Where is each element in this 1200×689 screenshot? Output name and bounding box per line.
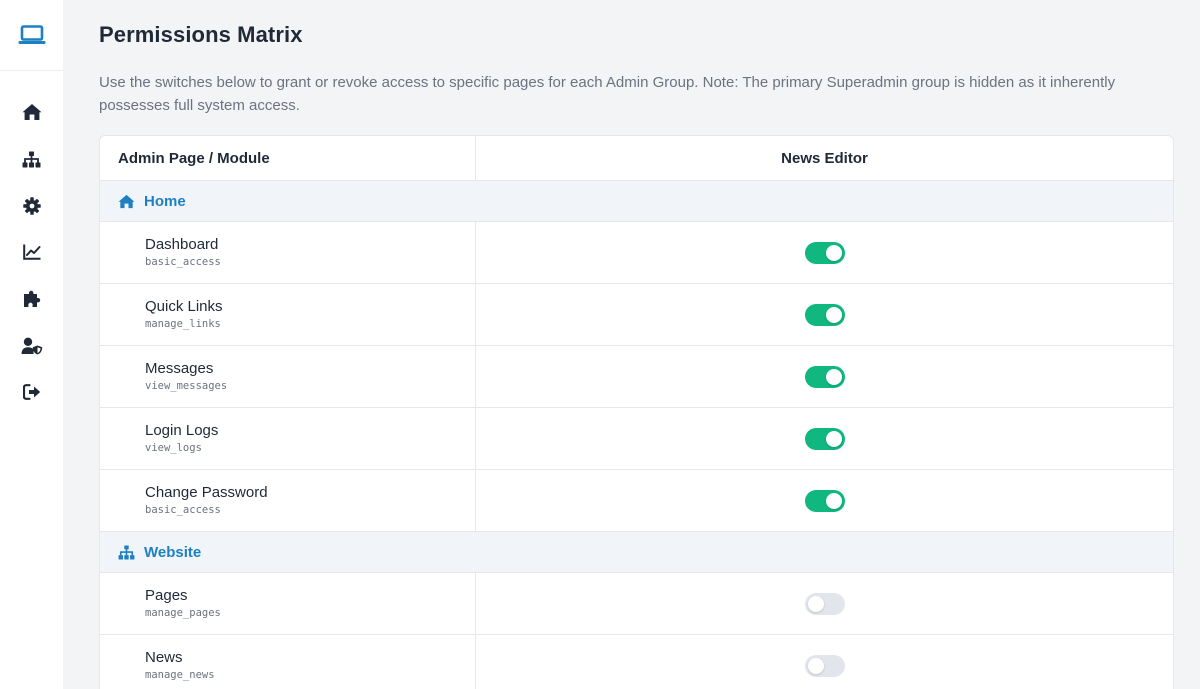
permission-name: Dashboard — [145, 236, 219, 253]
permission-row: Login Logs view_logs — [100, 408, 1173, 470]
logout-icon — [22, 384, 40, 401]
sidebar-item-admin-groups[interactable] — [0, 322, 63, 369]
permission-code: view_messages — [145, 380, 228, 392]
permission-toggle-cell — [476, 346, 1173, 407]
permission-info: News manage_news — [100, 635, 476, 689]
toggle-knob — [807, 595, 824, 612]
permission-code: basic_access — [145, 256, 221, 268]
permission-name: Login Logs — [145, 422, 219, 439]
chart-line-icon — [22, 244, 40, 261]
home-icon — [118, 194, 135, 208]
permission-toggle-cell — [476, 470, 1173, 531]
toggle-knob — [825, 430, 842, 447]
sidebar-item-settings[interactable] — [0, 182, 63, 229]
column-header-module: Admin Page / Module — [100, 136, 476, 180]
permission-name: Pages — [145, 587, 188, 604]
sidebar-item-plugins[interactable] — [0, 276, 63, 323]
permission-row: Pages manage_pages — [100, 573, 1173, 635]
permission-row: Messages view_messages — [100, 346, 1173, 408]
toggle-knob — [825, 306, 842, 323]
permission-toggle[interactable] — [804, 241, 845, 264]
permission-toggle[interactable] — [804, 489, 845, 512]
toggle-knob — [825, 368, 842, 385]
toggle-knob — [825, 492, 842, 509]
sidebar-item-logout[interactable] — [0, 369, 63, 416]
permission-name: Change Password — [145, 484, 268, 501]
user-shield-icon — [21, 337, 42, 355]
puzzle-icon — [23, 290, 40, 308]
permission-toggle[interactable] — [804, 365, 845, 388]
permission-toggle-cell — [476, 573, 1173, 634]
permission-code: manage_links — [145, 318, 221, 330]
permission-info: Messages view_messages — [100, 346, 476, 407]
page-description: Use the switches below to grant or revok… — [99, 74, 1116, 114]
sidebar-nav — [0, 71, 63, 416]
permission-code: view_logs — [145, 442, 202, 454]
sitemap-icon — [22, 151, 41, 168]
brand-logo[interactable] — [0, 0, 63, 71]
gear-icon — [22, 197, 41, 215]
permission-info: Pages manage_pages — [100, 573, 476, 634]
permission-code: manage_pages — [145, 607, 221, 619]
permission-toggle-cell — [476, 635, 1173, 689]
permission-name: Quick Links — [145, 298, 223, 315]
permission-toggle-cell — [476, 284, 1173, 345]
permission-info: Login Logs view_logs — [100, 408, 476, 469]
toggle-knob — [807, 657, 824, 674]
home-icon — [22, 104, 41, 121]
sidebar-item-analytics[interactable] — [0, 229, 63, 276]
laptop-icon — [18, 25, 45, 44]
page-title: Permissions Matrix — [99, 22, 303, 47]
sidebar — [0, 0, 63, 689]
section-label: Home — [144, 192, 186, 210]
permission-name: News — [145, 649, 183, 666]
permissions-matrix: Admin Page / Module News Editor Home Das… — [99, 135, 1174, 689]
sidebar-item-website[interactable] — [0, 136, 63, 183]
section-header-home: Home — [100, 181, 1173, 222]
permission-toggle[interactable] — [804, 592, 845, 615]
permission-code: basic_access — [145, 504, 221, 516]
toggle-knob — [825, 244, 842, 261]
section-header-website: Website — [100, 532, 1173, 573]
permission-row: Quick Links manage_links — [100, 284, 1173, 346]
permission-row: Change Password basic_access — [100, 470, 1173, 532]
sitemap-icon — [118, 544, 135, 560]
permission-toggle-cell — [476, 408, 1173, 469]
permission-row: Dashboard basic_access — [100, 222, 1173, 284]
permission-info: Quick Links manage_links — [100, 284, 476, 345]
permission-info: Change Password basic_access — [100, 470, 476, 531]
permission-name: Messages — [145, 360, 214, 377]
permission-toggle-cell — [476, 222, 1173, 283]
sidebar-item-home[interactable] — [0, 89, 63, 136]
matrix-header: Admin Page / Module News Editor — [100, 136, 1173, 181]
permission-toggle[interactable] — [804, 427, 845, 450]
column-header-news-editor: News Editor — [781, 149, 868, 167]
permission-toggle[interactable] — [804, 654, 845, 677]
section-label: Website — [144, 543, 202, 561]
permission-row: News manage_news — [100, 635, 1173, 689]
permission-info: Dashboard basic_access — [100, 222, 476, 283]
permission-code: manage_news — [145, 669, 215, 681]
permission-toggle[interactable] — [804, 303, 845, 326]
